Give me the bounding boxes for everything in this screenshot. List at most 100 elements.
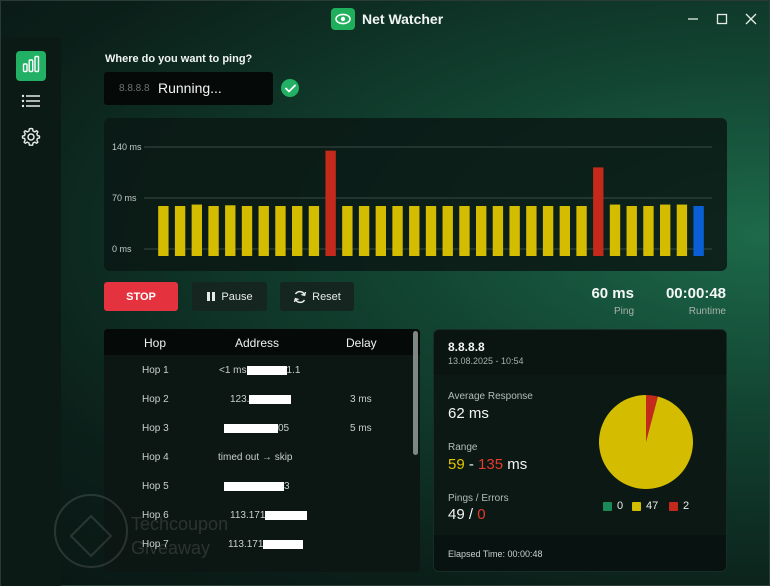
address-prefix: 123.: [230, 394, 250, 405]
legend-label: 0: [617, 500, 624, 512]
watermark-line2: Giveaway: [131, 538, 211, 558]
ping-bar: [542, 206, 554, 256]
avg-response-value: 62 ms: [448, 405, 489, 422]
ping-bar: [559, 206, 571, 256]
y-tick-label: 70 ms: [112, 193, 137, 203]
address-prefix: <1 ms: [219, 365, 247, 376]
ping-bar: [225, 205, 236, 256]
ping-bar: [358, 206, 370, 256]
redaction: [246, 365, 287, 375]
detail-header: 8.8.8.8 13.08.2025 - 10:54: [434, 330, 726, 375]
y-tick-label: 0 ms: [112, 244, 132, 254]
legend-item-slow: 2: [669, 500, 689, 512]
range-label: Range: [448, 442, 478, 453]
maximize-icon[interactable]: [712, 9, 732, 29]
ping-bar: [392, 206, 403, 256]
column-hop: Hop: [144, 336, 167, 350]
close-icon[interactable]: [741, 9, 761, 29]
delay-cell: 3 ms: [350, 394, 372, 405]
ping-bar: [174, 206, 186, 256]
pie-slice: [599, 395, 693, 489]
eye-icon: [331, 8, 355, 30]
y-tick-label: 140 ms: [112, 142, 142, 152]
elapsed-time: Elapsed Time: 00:00:48: [448, 549, 543, 559]
minimize-icon[interactable]: [683, 9, 703, 29]
ping-bar: [459, 206, 470, 256]
table-row[interactable]: Hop 3 05 5 ms: [104, 414, 414, 443]
pause-icon: [206, 291, 216, 302]
column-address: Address: [235, 336, 280, 350]
pings-count: 49: [448, 506, 465, 523]
ping-bar: [208, 206, 219, 256]
range-separator: -: [464, 456, 479, 473]
errors-count: 0: [477, 506, 486, 523]
ping-bar: [291, 206, 303, 256]
check-icon: [281, 79, 299, 97]
ping-bar: [609, 204, 621, 256]
legend-item-normal: 47: [632, 500, 658, 512]
ping-bar: [659, 204, 671, 256]
app-window: Net Watcher Where do you want to ping? 8…: [0, 0, 770, 586]
table-row[interactable]: Hop 1 <1 ms 1.1: [104, 356, 414, 385]
range-unit: ms: [503, 456, 528, 473]
runtime-label: Runtime: [688, 306, 726, 317]
ping-bar: [492, 206, 504, 256]
sidebar-item-settings[interactable]: [16, 124, 46, 154]
ping-chart-svg: 140 ms 70 ms 0 ms: [112, 142, 712, 256]
column-delay: Delay: [346, 336, 377, 350]
host-detail-card: 8.8.8.8 13.08.2025 - 10:54 Average Respo…: [433, 329, 727, 572]
sidebar-item-list[interactable]: [16, 88, 46, 118]
sidebar-item-dashboard[interactable]: [16, 51, 46, 81]
redaction: [224, 423, 278, 433]
ping-bar: [593, 167, 604, 256]
stop-button[interactable]: STOP: [104, 282, 178, 311]
refresh-icon: [293, 290, 307, 304]
ping-bar: [676, 204, 688, 256]
ping-bar: [509, 206, 520, 256]
hop-cell: Hop 2: [142, 394, 169, 405]
table-row[interactable]: Hop 4 timed out → skip: [104, 443, 414, 472]
ping-bar: [693, 206, 704, 256]
reset-button[interactable]: Reset: [280, 282, 354, 311]
address-suffix: 3: [284, 481, 290, 492]
pings-errors-value: 49 / 0: [448, 506, 486, 523]
legend-swatch: [632, 501, 641, 511]
pings-errors-label: Pings / Errors: [448, 493, 509, 504]
pause-button[interactable]: Pause: [192, 282, 267, 311]
bar-chart-icon: [22, 55, 40, 78]
legend-swatch: [603, 501, 612, 511]
ping-bar: [526, 206, 537, 256]
address-suffix: 1.1: [286, 365, 301, 376]
ping-bar: [375, 206, 387, 256]
ping-value: 60 ms: [591, 285, 634, 302]
ping-bar: [409, 206, 420, 256]
hop-table-scrollbar[interactable]: [413, 331, 418, 455]
address-cell: <1 ms 1.1: [219, 365, 300, 376]
giveaway-watermark: Techcoupon Giveaway: [51, 486, 281, 581]
range-max: 135: [478, 456, 504, 473]
ping-bar: [258, 206, 269, 256]
ping-bar: [442, 206, 453, 256]
ping-bar: [191, 204, 203, 256]
ping-bar: [325, 150, 336, 256]
hop-table-header: Hop Address Delay: [104, 329, 420, 355]
delay-cell: 5 ms: [350, 423, 372, 434]
ping-question-label: Where do you want to ping?: [105, 53, 253, 65]
table-row[interactable]: Hop 2 123. 3 ms: [104, 385, 414, 414]
ping-bar: [342, 206, 353, 256]
ping-chart: 140 ms 70 ms 0 ms: [104, 118, 727, 271]
ping-bar: [275, 206, 286, 256]
host-date: 13.08.2025 - 10:54: [448, 356, 524, 366]
ping-bar: [576, 206, 587, 256]
avg-response-label: Average Response: [448, 391, 533, 402]
app-title: Net Watcher: [362, 11, 444, 27]
range-min: 59: [448, 456, 465, 473]
ping-bar: [241, 206, 253, 256]
ping-label: Ping: [613, 306, 634, 317]
address-cell: 123.: [230, 394, 292, 405]
hop-cell: Hop 3: [142, 423, 169, 434]
list-icon: [21, 93, 41, 114]
title-bar: Net Watcher: [1, 1, 769, 37]
ping-bar: [425, 206, 437, 256]
host-address: 8.8.8.8: [448, 340, 485, 354]
